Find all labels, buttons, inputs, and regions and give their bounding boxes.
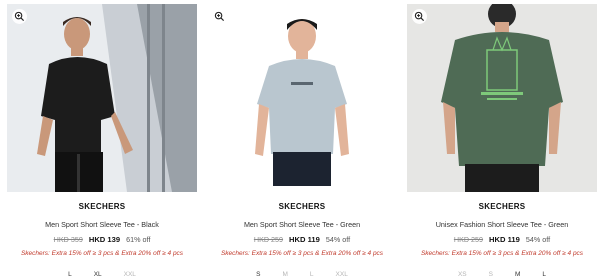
product-image[interactable] (7, 4, 197, 192)
price-row: HKD 259 HKD 119 54% off (254, 235, 350, 244)
product-card[interactable]: SKECHERS Men Sport Short Sleeve Tee - Gr… (207, 4, 397, 278)
discount-label: 61% off (126, 235, 151, 244)
original-price: HKD 259 (253, 235, 284, 244)
sale-price: HKD 119 (489, 235, 520, 244)
product-brand: SKECHERS (478, 202, 526, 211)
price-row: HKD 259 HKD 119 54% off (454, 235, 550, 244)
original-price: HKD 359 (53, 235, 83, 244)
discount-label: 54% off (525, 235, 551, 244)
promo-text: Skechers: Extra 15% off ≥ 3 pcs & Extra … (420, 250, 584, 257)
zoom-button[interactable] (412, 9, 427, 24)
zoom-button[interactable] (212, 9, 227, 24)
price-row: HKD 359 HKD 139 61% off (54, 235, 151, 244)
product-photo-grey-tee (207, 4, 397, 192)
product-image[interactable] (407, 4, 597, 192)
product-name[interactable]: Men Sport Short Sleeve Tee - Black (45, 220, 159, 229)
product-grid: SKECHERS Men Sport Short Sleeve Tee - Bl… (0, 0, 600, 278)
zoom-in-icon (214, 11, 225, 22)
product-brand: SKECHERS (278, 202, 326, 211)
product-name[interactable]: Unisex Fashion Short Sleeve Tee - Green (436, 220, 569, 229)
promo-text: Skechers: Extra 15% off ≥ 3 pcs & Extra … (20, 250, 184, 257)
zoom-in-icon (14, 11, 25, 22)
original-price: HKD 259 (453, 235, 484, 244)
product-photo-black-tee (7, 4, 197, 192)
product-card[interactable]: SKECHERS Men Sport Short Sleeve Tee - Bl… (7, 4, 197, 278)
zoom-in-icon (414, 11, 425, 22)
sale-price: HKD 119 (289, 235, 320, 244)
product-photo-green-tee (407, 4, 597, 192)
sale-price: HKD 139 (88, 235, 121, 244)
promo-text: Skechers: Extra 15% off ≥ 3 pcs & Extra … (220, 250, 384, 257)
product-name[interactable]: Men Sport Short Sleeve Tee - Green (244, 220, 360, 229)
product-image[interactable] (207, 4, 397, 192)
product-card[interactable]: SKECHERS Unisex Fashion Short Sleeve Tee… (407, 4, 597, 278)
product-brand: SKECHERS (78, 202, 126, 211)
discount-label: 54% off (325, 235, 351, 244)
zoom-button[interactable] (12, 9, 27, 24)
